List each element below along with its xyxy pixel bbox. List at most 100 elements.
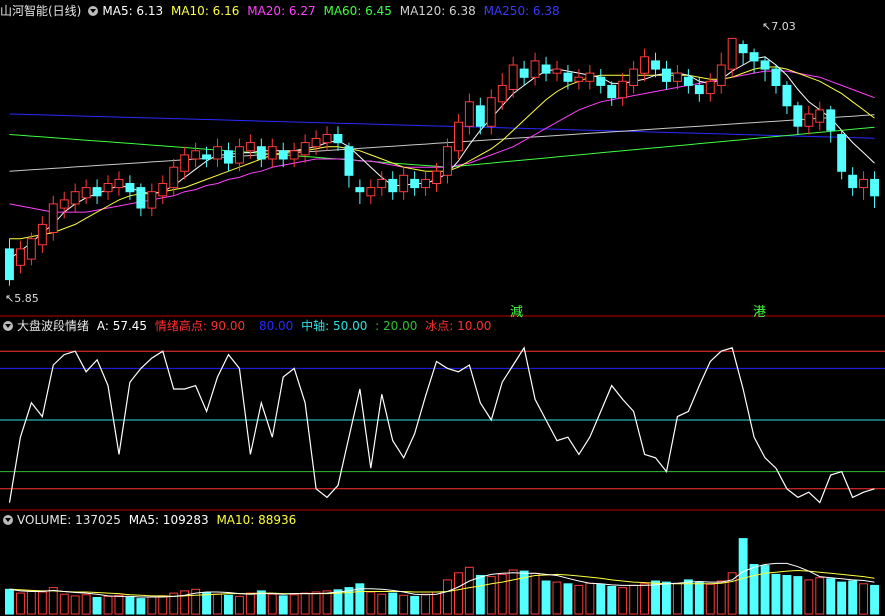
- volume-bar: [136, 598, 146, 615]
- volume-bar: [125, 597, 135, 615]
- candle-body: [694, 84, 704, 95]
- volume-bar: [464, 566, 474, 615]
- volume-bar: [410, 595, 420, 615]
- volume-bar: [37, 591, 47, 615]
- osc-high-label: 情绪高点: 90.00: [154, 319, 246, 333]
- dropdown-icon[interactable]: [3, 515, 13, 525]
- volume-bar: [388, 592, 398, 615]
- candle-body: [782, 84, 792, 107]
- candle-body: [826, 109, 836, 131]
- candle-body: [114, 178, 124, 189]
- candle-body: [607, 84, 617, 99]
- candle-body: [333, 134, 343, 144]
- osc-green-label: : 20.00: [375, 319, 418, 333]
- candle-body: [454, 121, 463, 152]
- volume-bar: [399, 594, 409, 615]
- candle-body: [103, 183, 113, 193]
- ma10-line: [9, 66, 875, 240]
- candle-body: [92, 187, 102, 197]
- candle-body: [37, 223, 47, 246]
- volume-bar: [224, 594, 233, 615]
- candle-body: [837, 134, 847, 172]
- candle-body: [311, 138, 321, 148]
- volume-bar: [585, 582, 595, 615]
- candle-body: [180, 154, 190, 172]
- volume-bar: [640, 583, 649, 615]
- ma5-line: [9, 56, 875, 260]
- candle-body: [300, 142, 310, 156]
- candle-body: [366, 187, 376, 197]
- candle-body: [169, 166, 179, 189]
- candle-body: [629, 68, 639, 86]
- volume-bar: [683, 579, 693, 615]
- candle-body: [421, 178, 431, 189]
- candle-body: [432, 170, 442, 184]
- osc-title: 大盘波段情绪: [17, 319, 90, 333]
- volume-bar: [815, 577, 825, 615]
- ma20-label: MA20: 6.27: [247, 4, 316, 18]
- volume-bar: [826, 578, 836, 615]
- volume-bar: [475, 575, 485, 615]
- candle-body: [705, 80, 715, 95]
- low-annotation: ↖5.85: [5, 292, 39, 305]
- candle-body: [377, 178, 387, 189]
- vol-ma10-label: MA10: 88936: [216, 513, 297, 527]
- volume-bar: [651, 580, 660, 615]
- candle-body: [48, 203, 58, 233]
- volume-bar: [454, 572, 463, 615]
- candle-body: [662, 68, 671, 82]
- volume-bar: [596, 583, 606, 615]
- candle-body: [848, 174, 858, 189]
- ma60-label: MA60: 6.45: [323, 4, 392, 18]
- volume-bar: [716, 580, 726, 615]
- candle-body: [355, 187, 365, 193]
- dropdown-icon[interactable]: [88, 6, 99, 16]
- osc-a-label: A: 57.45: [96, 319, 148, 333]
- dropdown-icon[interactable]: [3, 321, 13, 331]
- volume-bar: [848, 580, 858, 615]
- candle-body: [530, 60, 540, 78]
- vol-title: VOLUME: 137025: [17, 513, 121, 527]
- candle-body: [5, 248, 14, 281]
- candle-body: [541, 64, 551, 74]
- candle-body: [618, 80, 628, 99]
- marker-2: 港: [753, 305, 767, 320]
- candle-body: [815, 109, 825, 123]
- candle-body: [585, 72, 595, 82]
- volume-bar: [837, 581, 847, 615]
- candle-body: [289, 150, 299, 160]
- candle-body: [136, 187, 146, 209]
- marker-1: 減: [510, 305, 524, 320]
- candle-body: [519, 68, 529, 78]
- ma250-line: [9, 113, 875, 139]
- volume-bar: [662, 581, 671, 615]
- volume-bar: [870, 584, 879, 615]
- candle-body: [673, 72, 682, 82]
- volume-bar: [202, 592, 212, 615]
- candle-body: [486, 97, 496, 127]
- osc-mid-label: 中轴: 50.00: [301, 319, 368, 333]
- volume-bar: [782, 575, 792, 615]
- candle-body: [738, 44, 748, 54]
- candle-body: [147, 191, 157, 209]
- volume-bar: [81, 594, 91, 615]
- volume-bar: [103, 595, 113, 615]
- emotion-line: [8, 346, 875, 504]
- volume-bar: [256, 590, 266, 615]
- volume-bar: [859, 583, 868, 615]
- volume-bar: [618, 587, 628, 615]
- volume-bar: [235, 595, 244, 615]
- volume-bar: [738, 538, 748, 615]
- ma120-label: MA120: 6.38: [399, 4, 476, 18]
- volume-bar: [443, 579, 452, 615]
- candle-body: [235, 146, 244, 164]
- volume-bar: [508, 569, 518, 615]
- candle-body: [158, 183, 168, 197]
- candle-body: [640, 56, 649, 74]
- ma60-line: [9, 126, 875, 168]
- ma120-line: [9, 114, 875, 172]
- candle-body: [464, 101, 474, 127]
- volume-bar: [607, 586, 617, 615]
- candle-body: [716, 64, 726, 86]
- candle-body: [552, 68, 562, 74]
